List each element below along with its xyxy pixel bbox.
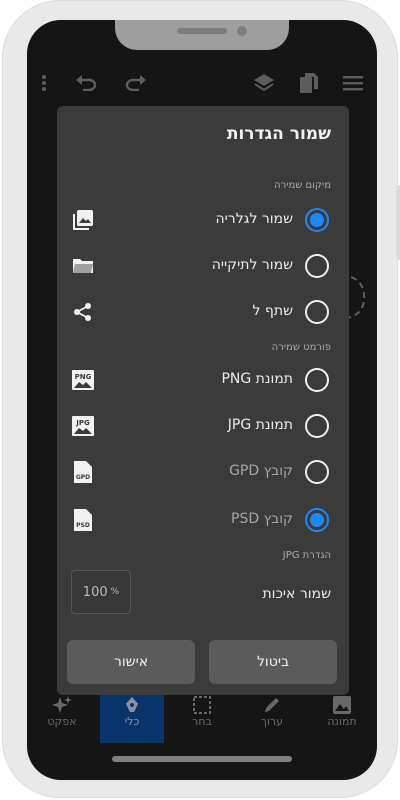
option-label: שמור לתיקייה bbox=[211, 257, 293, 273]
option-label: תמונת JPG bbox=[227, 417, 293, 433]
option-label: שמור לגלריה bbox=[215, 211, 293, 227]
quality-label: שמור איכות bbox=[262, 586, 331, 602]
option-save-gallery[interactable]: שמור לגלריה bbox=[57, 202, 349, 242]
radio-button[interactable] bbox=[305, 208, 329, 232]
radio-button[interactable] bbox=[305, 460, 329, 484]
quality-unit: % bbox=[110, 587, 120, 597]
side-button bbox=[396, 185, 400, 260]
jpg-section-label: הגדרת JPG bbox=[282, 550, 331, 561]
radio-button[interactable] bbox=[305, 508, 329, 532]
png-file-icon: PNG bbox=[71, 368, 95, 392]
gpd-file-icon: GPD bbox=[71, 460, 95, 484]
option-label: קובץ PSD bbox=[231, 511, 293, 527]
option-save-folder[interactable]: שמור לתיקייה bbox=[57, 248, 349, 288]
psd-file-icon: PSD bbox=[71, 508, 95, 532]
gallery-icon bbox=[71, 208, 95, 232]
ok-button[interactable]: אישור bbox=[67, 640, 195, 684]
option-psd[interactable]: קובץ PSD PSD bbox=[57, 502, 349, 542]
format-section-label: פורמט שמירה bbox=[271, 342, 331, 353]
radio-button[interactable] bbox=[305, 368, 329, 392]
save-settings-dialog: שמור הגדרות מיקום שמירה שמור לגלריה שמור… bbox=[57, 106, 349, 695]
share-icon bbox=[71, 300, 95, 324]
quality-value: 100 bbox=[82, 584, 108, 600]
folder-icon bbox=[71, 254, 95, 278]
option-share[interactable]: שתף ל bbox=[57, 294, 349, 334]
phone-frame: תמונה ערוך בחר כלי אפקט שמור הגדרות מיקו… bbox=[2, 0, 400, 798]
option-label: תמונת PNG bbox=[221, 371, 293, 387]
file-type-text: PNG bbox=[75, 373, 92, 381]
option-gpd[interactable]: קובץ GPD GPD bbox=[57, 454, 349, 494]
option-label: קובץ GPD bbox=[229, 463, 293, 479]
dialog-title: שמור הגדרות bbox=[226, 124, 331, 144]
option-png[interactable]: תמונת PNG PNG bbox=[57, 362, 349, 402]
quality-input[interactable]: 100 % bbox=[71, 570, 131, 614]
cancel-button[interactable]: ביטול bbox=[209, 640, 337, 684]
file-type-text: JPG bbox=[75, 419, 90, 427]
file-type-text: PSD bbox=[76, 522, 90, 529]
jpg-file-icon: JPG bbox=[71, 414, 95, 438]
option-label: שתף ל bbox=[252, 303, 293, 319]
location-section-label: מיקום שמירה bbox=[274, 180, 331, 191]
file-type-text: GPD bbox=[76, 474, 90, 481]
radio-button[interactable] bbox=[305, 414, 329, 438]
radio-button[interactable] bbox=[305, 300, 329, 324]
option-jpg[interactable]: תמונת JPG JPG bbox=[57, 408, 349, 448]
radio-button[interactable] bbox=[305, 254, 329, 278]
